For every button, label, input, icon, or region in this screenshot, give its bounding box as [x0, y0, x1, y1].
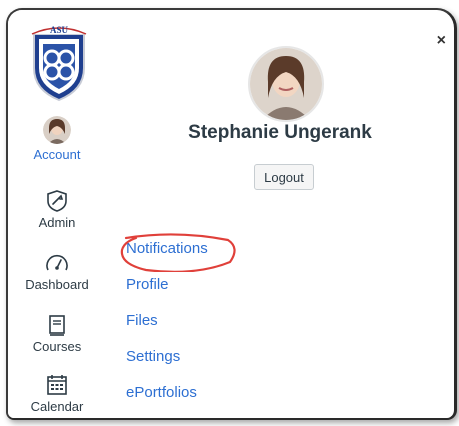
link-notifications[interactable]: Notifications [126, 240, 208, 258]
profile-name: Stephanie Ungerank [188, 122, 372, 143]
account-links: Notifications Profile Files Settings ePo… [126, 240, 208, 418]
nav-dashboard[interactable]: Dashboard [8, 252, 106, 292]
account-avatar [43, 116, 71, 144]
nav-calendar-label: Calendar [30, 399, 84, 414]
profile-avatar [248, 46, 324, 122]
nav-courses[interactable]: Courses [8, 314, 106, 354]
shield-icon [47, 190, 67, 212]
speedometer-icon [46, 254, 68, 271]
book-icon [49, 315, 65, 336]
nav-courses-label: Courses [32, 339, 82, 354]
logout-button[interactable]: Logout [254, 164, 314, 190]
nav-account-label: Account [33, 147, 81, 162]
nav-calendar[interactable]: Calendar [8, 374, 106, 414]
calendar-icon [47, 375, 67, 395]
nav-account[interactable]: Account [8, 116, 106, 162]
global-nav: ASU Account Admin Dashboard Courses Cale… [8, 10, 106, 418]
link-settings[interactable]: Settings [126, 348, 208, 366]
account-tray: ASU Account Admin Dashboard Courses Cale… [6, 8, 457, 420]
school-logo[interactable]: ASU [30, 24, 88, 102]
nav-admin[interactable]: Admin [8, 190, 106, 230]
link-eportfolios[interactable]: ePortfolios [126, 384, 208, 402]
logo-text: ASU [50, 25, 69, 35]
link-profile[interactable]: Profile [126, 276, 208, 294]
nav-dashboard-label: Dashboard [25, 277, 89, 292]
link-files[interactable]: Files [126, 312, 208, 330]
close-icon[interactable]: × [437, 32, 446, 50]
nav-admin-label: Admin [38, 215, 76, 230]
